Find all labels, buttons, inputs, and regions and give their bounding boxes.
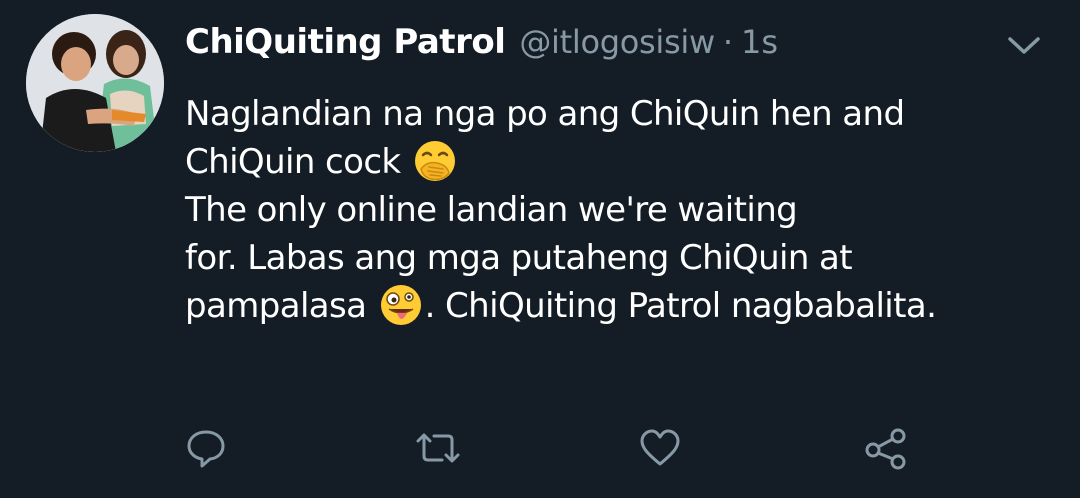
retweet-button[interactable] — [414, 424, 462, 472]
tweet-text-segment: ChiQuin cock — [185, 142, 411, 182]
tweet-text-segment: pampalasa — [185, 286, 377, 326]
share-button[interactable] — [862, 424, 910, 472]
tweet-text-segment: Naglandian na nga po ang ChiQuin hen and — [185, 94, 905, 134]
tweet-text-line: The only online landian we're waiting — [185, 186, 1065, 234]
user-handle[interactable]: @itlogosisiw — [519, 23, 715, 61]
avatar-photo — [26, 14, 164, 152]
tweet-text-line: for. Labas ang mga putaheng ChiQuin at — [185, 234, 1065, 282]
tweet-text-line: ChiQuin cock — [185, 138, 1065, 186]
reply-button[interactable] — [182, 424, 230, 472]
share-icon — [865, 428, 906, 470]
tweet-text-line: Naglandian na nga po ang ChiQuin hen and — [185, 90, 1065, 138]
tweet-text-segment: . ChiQuiting Patrol nagbabalita. — [424, 286, 937, 326]
chevron-down-icon[interactable] — [1004, 30, 1044, 60]
tweet[interactable]: ChiQuiting Patrol @itlogosisiw · 1s Nagl… — [0, 0, 1080, 498]
retweet-icon — [416, 433, 460, 463]
like-button[interactable] — [636, 424, 684, 472]
separator-dot: · — [722, 23, 734, 61]
reply-icon — [187, 430, 225, 468]
tweet-actions — [0, 424, 1080, 472]
timestamp[interactable]: 1s — [741, 23, 778, 61]
tweet-text-segment: for. Labas ang mga putaheng ChiQuin at — [185, 238, 853, 278]
avatar[interactable] — [26, 14, 164, 152]
tweet-text-line: pampalasa . ChiQuiting Patrol nagbabalit… — [185, 282, 1065, 330]
heart-icon — [640, 429, 680, 466]
tweet-text: Naglandian na nga po ang ChiQuin hen and… — [185, 90, 1065, 330]
face-with-hand-over-mouth-emoji — [413, 139, 457, 183]
tweet-header: ChiQuiting Patrol @itlogosisiw · 1s — [185, 22, 778, 70]
display-name[interactable]: ChiQuiting Patrol — [185, 22, 506, 62]
zany-face-emoji — [379, 283, 423, 327]
tweet-text-segment: The only online landian we're waiting — [185, 190, 798, 230]
